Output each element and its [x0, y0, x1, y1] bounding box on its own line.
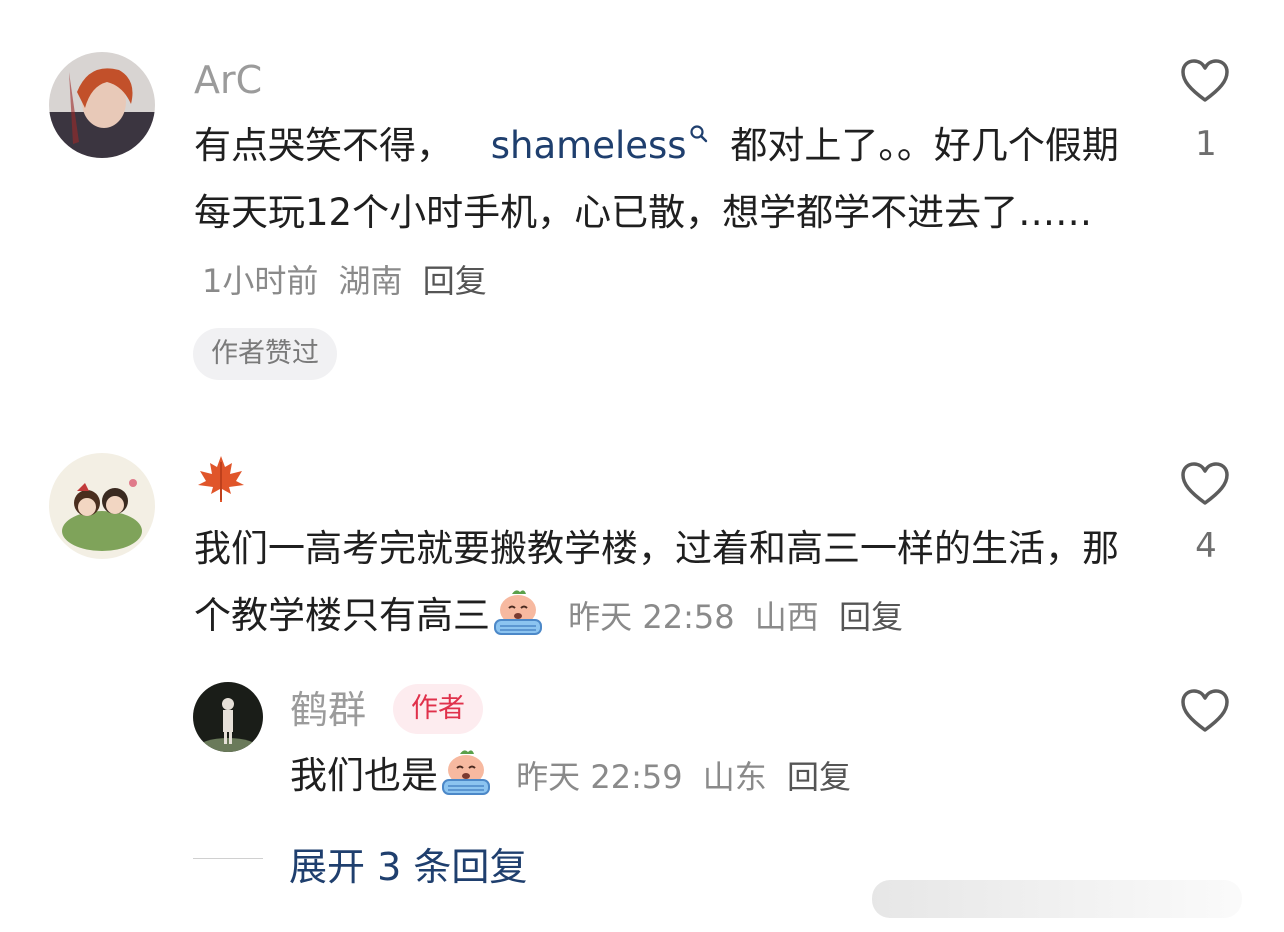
- comment-text-before: 有点哭笑不得，: [194, 124, 453, 167]
- crying-emoji-icon: [494, 590, 542, 635]
- comment-time: 昨天 22:58: [568, 598, 735, 636]
- comment-text: 有点哭笑不得， shameless 都对上了。。好几个假期每天玩12个小时手机，…: [194, 112, 1124, 315]
- reply-button[interactable]: 回复: [423, 262, 487, 300]
- expand-replies-button[interactable]: 展开 3 条回复: [289, 836, 527, 891]
- comment-meta: 1小时前 湖南 回复: [202, 262, 487, 300]
- reply-location: 山东: [702, 758, 767, 796]
- heart-icon: [1181, 462, 1229, 505]
- maple-leaf-icon: [196, 454, 246, 508]
- divider: [193, 858, 263, 859]
- reply-meta: 昨天 22:59 山东 回复: [506, 758, 851, 796]
- search-icon: [689, 125, 707, 143]
- author-tag: 作者: [393, 684, 483, 734]
- reply-button[interactable]: 回复: [787, 758, 851, 796]
- heart-icon: [1181, 59, 1229, 102]
- reply-username[interactable]: 鹤群: [290, 688, 366, 732]
- reply-button[interactable]: 回复: [839, 598, 903, 636]
- reply-time: 昨天 22:59: [516, 758, 683, 796]
- like-count: 1: [1195, 124, 1217, 164]
- author-liked-badge: 作者赞过: [193, 328, 337, 380]
- avatar[interactable]: [49, 453, 155, 559]
- watermark: [872, 880, 1242, 918]
- comment-meta: 昨天 22:58 山西 回复: [558, 598, 903, 636]
- like-button[interactable]: [1180, 688, 1230, 738]
- search-link[interactable]: shameless: [491, 124, 709, 167]
- username[interactable]: ArC: [194, 58, 262, 102]
- reply-text: 我们也是 昨天 22:59 山东 回复: [290, 742, 1130, 811]
- like-count: 4: [1195, 526, 1217, 566]
- like-button[interactable]: [1180, 461, 1230, 511]
- crying-emoji-icon: [442, 750, 490, 795]
- heart-icon: [1181, 689, 1229, 732]
- comment-location: 湖南: [338, 262, 403, 300]
- comment-location: 山西: [754, 598, 819, 636]
- comment-text: 我们一高考完就要搬教学楼，过着和高三一样的生活，那个教学楼只有高三 昨天 22:…: [194, 515, 1124, 651]
- like-button[interactable]: [1180, 58, 1230, 108]
- avatar[interactable]: [193, 682, 263, 752]
- avatar[interactable]: [49, 52, 155, 158]
- reply-body: 我们也是: [290, 754, 438, 797]
- comment-time: 1小时前: [202, 262, 319, 300]
